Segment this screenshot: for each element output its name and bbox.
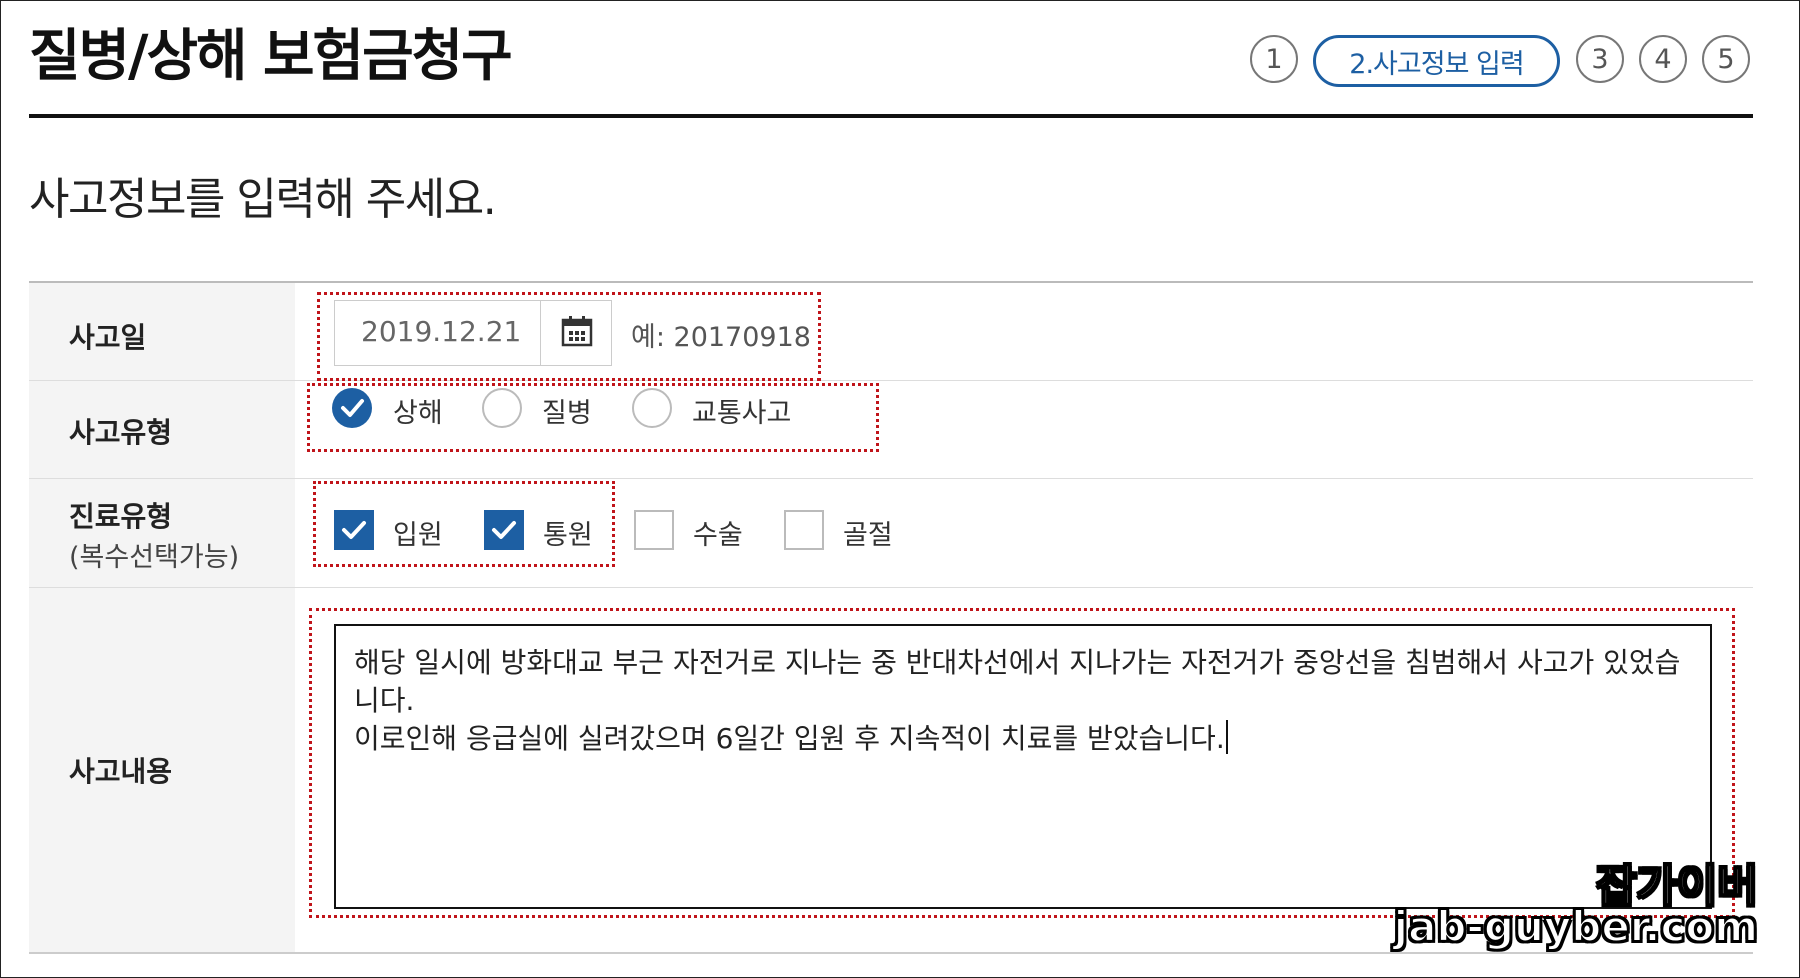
checkbox-fracture-label[interactable]: 골절: [843, 513, 893, 552]
step-1[interactable]: 1: [1250, 35, 1298, 83]
title-divider: [29, 114, 1753, 118]
check-icon: [342, 521, 366, 539]
row-treatment-type: 진료유형 (복수선택가능) 입원 통원 수술 골절: [29, 479, 1753, 588]
treatment-type-sublabel: (복수선택가능): [69, 542, 240, 573]
row-head: 사고유형: [29, 381, 295, 478]
section-subtitle: 사고정보를 입력해 주세요.: [29, 174, 497, 225]
checkbox-outpatient-label[interactable]: 통원: [543, 513, 593, 552]
row-accident-type: 사고유형 상해 질병 교통사고: [29, 381, 1753, 479]
checkbox-outpatient[interactable]: [484, 510, 524, 550]
radio-injury[interactable]: [332, 388, 372, 428]
calendar-icon: [560, 314, 594, 352]
checkbox-fracture[interactable]: [784, 510, 824, 550]
row-head: 진료유형 (복수선택가능): [29, 479, 295, 587]
date-format-hint: 예: 20170918: [631, 322, 811, 353]
details-line-1: 해당 일시에 방화대교 부근 자전거로 지나는 중 반대차선에서 지나가는 자전…: [354, 646, 1681, 717]
row-head: 사고내용: [29, 588, 295, 952]
text-caret: [1225, 720, 1228, 754]
check-icon: [341, 399, 364, 417]
radio-traffic-accident[interactable]: [632, 388, 672, 428]
step-4[interactable]: 4: [1639, 35, 1687, 83]
accident-details-textarea[interactable]: 해당 일시에 방화대교 부근 자전거로 지나는 중 반대차선에서 지나가는 자전…: [334, 624, 1712, 909]
checkbox-surgery-label[interactable]: 수술: [693, 513, 743, 552]
radio-disease-label[interactable]: 질병: [542, 391, 592, 430]
accident-details-label: 사고내용: [69, 755, 173, 788]
accident-type-label: 사고유형: [69, 416, 173, 449]
watermark-url: jab-guyber.com: [1393, 901, 1759, 952]
radio-traffic-accident-label[interactable]: 교통사고: [692, 391, 791, 430]
check-icon: [492, 521, 516, 539]
radio-injury-label[interactable]: 상해: [393, 391, 443, 430]
page-title: 질병/상해 보험금청구: [29, 24, 513, 89]
calendar-button[interactable]: [540, 301, 612, 365]
step-5[interactable]: 5: [1702, 35, 1750, 83]
details-line-2-wrap: 이로인해 응급실에 실려갔으며 6일간 입원 후 지속적이 치료를 받았습니다.: [354, 720, 1692, 758]
step-3[interactable]: 3: [1576, 35, 1624, 83]
accident-date-label: 사고일: [69, 321, 147, 354]
checkbox-inpatient-label[interactable]: 입원: [393, 513, 443, 552]
step-2-active[interactable]: 2.사고정보 입력: [1313, 35, 1560, 87]
checkbox-surgery[interactable]: [634, 510, 674, 550]
radio-disease[interactable]: [482, 388, 522, 428]
row-accident-details: 사고내용 해당 일시에 방화대교 부근 자전거로 지나는 중 반대차선에서 지나…: [29, 588, 1753, 954]
details-line-2: 이로인해 응급실에 실려갔으며 6일간 입원 후 지속적이 치료를 받았습니다.: [354, 722, 1225, 755]
checkbox-inpatient[interactable]: [334, 510, 374, 550]
row-head: 사고일: [29, 283, 295, 380]
accident-date-field[interactable]: 2019.12.21: [334, 300, 612, 366]
accident-date-value: 2019.12.21: [361, 315, 522, 348]
treatment-type-label: 진료유형: [69, 500, 173, 533]
row-accident-date: 사고일 2019.12.21 예: 20170918: [29, 283, 1753, 381]
